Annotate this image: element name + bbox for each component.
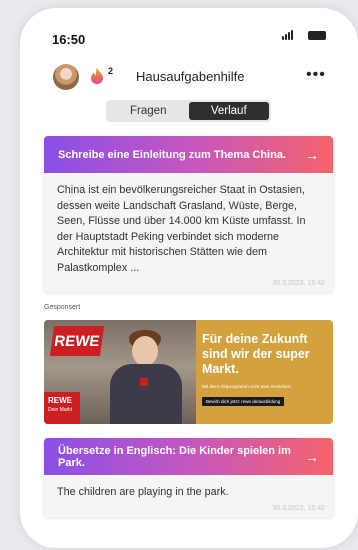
battery-icon xyxy=(308,31,326,40)
sponsored-label: Gesponsert xyxy=(44,304,81,311)
card-header[interactable]: Übersetze in Englisch: Die Kinder spiele… xyxy=(44,438,333,475)
ad-copy: Für deine Zukunft sind wir der super Mar… xyxy=(202,332,330,408)
ad-person-body xyxy=(110,364,182,424)
tab-verlauf[interactable]: Verlauf xyxy=(188,102,269,120)
card-answer: China ist ein bevölkerungsreicher Staat … xyxy=(57,184,306,274)
flame-icon xyxy=(91,68,103,84)
ad-photo: REWE REWE Dein Markt xyxy=(44,320,196,424)
rewe-store-sign: REWE xyxy=(49,326,105,356)
card-timestamp: 30.3.2023, 15:42 xyxy=(272,280,325,287)
ad-cta[interactable]: Bewirb dich jetzt: rewe.de/ausbildung xyxy=(202,397,285,406)
app-header: 2 Hausaufgabenhilfe ••• xyxy=(20,56,358,96)
card-timestamp: 30.3.2023, 15:42 xyxy=(272,504,325,512)
avatar[interactable] xyxy=(53,64,79,90)
more-options-icon[interactable]: ••• xyxy=(306,66,326,84)
card-answer: The children are playing in the park. xyxy=(57,486,229,498)
card-title: Übersetze in Englisch: Die Kinder spiele… xyxy=(58,444,291,469)
rewe-logo-tagline: Dein Markt xyxy=(48,407,73,413)
rewe-logo: REWE Dein Markt xyxy=(44,392,80,424)
phone-frame: 16:50 2 Hausaufgabenhilfe ••• Fragen Ver… xyxy=(20,8,358,548)
rewe-logo-name: REWE xyxy=(48,396,72,405)
ad-headline: Für deine Zukunft sind wir der super Mar… xyxy=(202,332,310,376)
arrow-right-icon[interactable]: → xyxy=(305,147,319,163)
signal-icon xyxy=(282,30,296,40)
tab-fragen[interactable]: Fragen xyxy=(108,102,189,120)
streak-count: 2 xyxy=(108,66,114,76)
ad-name-badge xyxy=(140,378,148,386)
tab-switcher: Fragen Verlauf xyxy=(106,100,271,122)
status-time: 16:50 xyxy=(52,32,86,47)
history-card[interactable]: Schreibe eine Einleitung zum Thema China… xyxy=(44,136,333,292)
ad-person-head xyxy=(132,336,158,366)
sponsored-ad-banner[interactable]: REWE REWE Dein Markt Für deine Zukunft s… xyxy=(44,320,333,424)
card-title: Schreibe eine Einleitung zum Thema China… xyxy=(58,148,286,161)
app-title: Hausaufgabenhilfe xyxy=(136,69,245,84)
ad-subline: Mit dem Abiprogramm echt was erreichen. xyxy=(202,385,292,390)
status-bar: 16:50 xyxy=(20,8,358,56)
arrow-right-icon[interactable]: → xyxy=(305,449,319,465)
card-header[interactable]: Schreibe eine Einleitung zum Thema China… xyxy=(44,136,333,173)
history-card[interactable]: Übersetze in Englisch: Die Kinder spiele… xyxy=(44,438,333,517)
